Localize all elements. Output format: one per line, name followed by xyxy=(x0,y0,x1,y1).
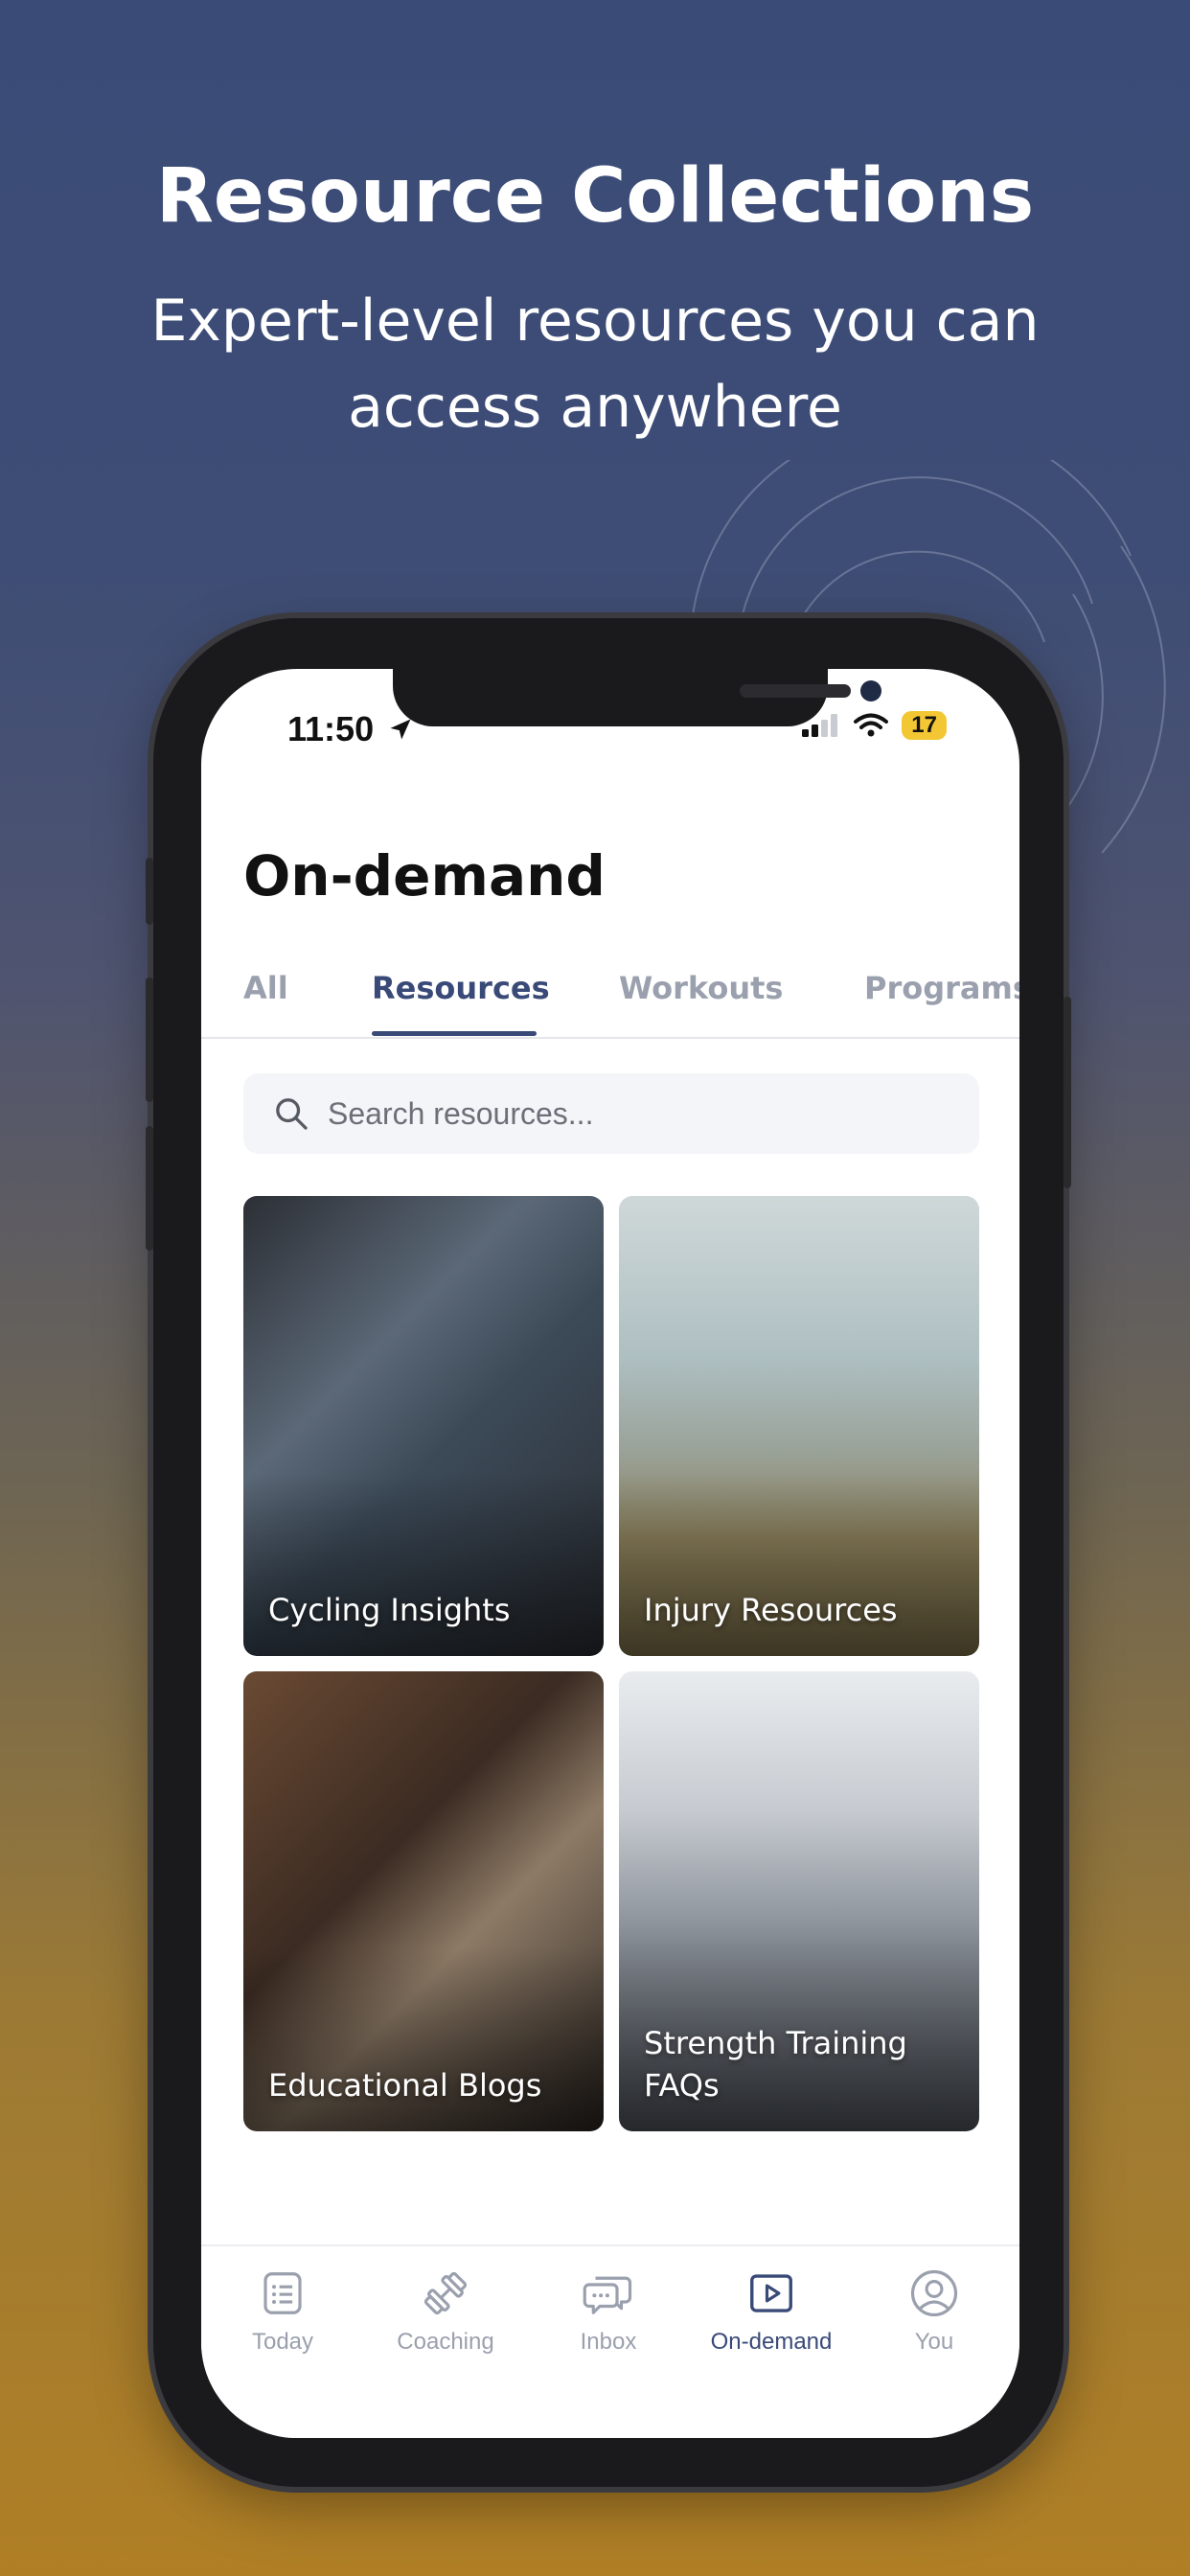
nav-label: Coaching xyxy=(397,2329,494,2355)
tab-bar: All Resources Workouts Programs xyxy=(201,956,1019,1039)
nav-today[interactable]: Today xyxy=(201,2267,364,2356)
play-icon xyxy=(750,2274,792,2312)
page-title: On-demand xyxy=(243,843,606,908)
promo-title: Resource Collections xyxy=(155,153,1035,240)
phone-volume-up xyxy=(146,978,153,1102)
status-icons: 17 xyxy=(802,711,947,740)
phone-volume-down xyxy=(146,1126,153,1251)
collection-card-injury[interactable]: Injury Resources xyxy=(619,1196,979,1656)
bottom-nav: Today Coaching Inbox On-demand You xyxy=(201,2244,1019,2438)
notch xyxy=(393,669,881,726)
tab-workouts[interactable]: Workouts xyxy=(619,970,783,1006)
active-tab-indicator xyxy=(372,1031,537,1036)
tab-all[interactable]: All xyxy=(243,970,288,1006)
tab-programs[interactable]: Programs xyxy=(864,970,1019,1006)
phone-side-button xyxy=(146,858,153,925)
promo-subtitle: Expert-level resources you can access an… xyxy=(150,288,1040,441)
phone-power-button xyxy=(1064,997,1071,1188)
collection-card-educational[interactable]: Educational Blogs xyxy=(243,1671,604,2131)
dumbbell-icon xyxy=(423,2271,468,2315)
card-label: Injury Resources xyxy=(644,1592,898,1628)
tab-resources[interactable]: Resources xyxy=(372,970,550,1006)
chat-icon xyxy=(583,2276,632,2314)
nav-you[interactable]: You xyxy=(853,2267,1016,2356)
nav-label: Inbox xyxy=(580,2329,637,2355)
nav-label: Today xyxy=(251,2329,314,2355)
collection-card-strength[interactable]: Strength Training FAQs xyxy=(619,1671,979,2131)
search-input[interactable] xyxy=(328,1073,941,1154)
front-camera xyxy=(860,680,881,702)
nav-label: On-demand xyxy=(710,2329,833,2355)
nav-label: You xyxy=(914,2329,954,2355)
search-bar[interactable] xyxy=(243,1073,979,1154)
phone-screen: 11:50 17 On-demand All Resources Workout… xyxy=(201,669,1019,2438)
card-label: Educational Blogs xyxy=(268,2067,542,2104)
nav-on-demand[interactable]: On-demand xyxy=(690,2267,853,2356)
status-time-text: 11:50 xyxy=(287,709,375,748)
location-arrow-icon xyxy=(390,719,411,740)
user-icon xyxy=(910,2269,958,2317)
list-icon xyxy=(263,2272,302,2314)
battery-indicator: 17 xyxy=(902,711,947,740)
nav-inbox[interactable]: Inbox xyxy=(527,2267,690,2356)
nav-coaching[interactable]: Coaching xyxy=(364,2267,527,2356)
search-icon xyxy=(276,1098,308,1130)
wifi-icon xyxy=(854,713,889,737)
status-time: 11:50 xyxy=(287,709,414,749)
speaker xyxy=(740,684,851,698)
card-label: Cycling Insights xyxy=(268,1592,511,1628)
card-label: Strength Training FAQs xyxy=(644,2025,907,2104)
signal-icon xyxy=(802,714,838,737)
collection-card-cycling[interactable]: Cycling Insights xyxy=(243,1196,604,1656)
